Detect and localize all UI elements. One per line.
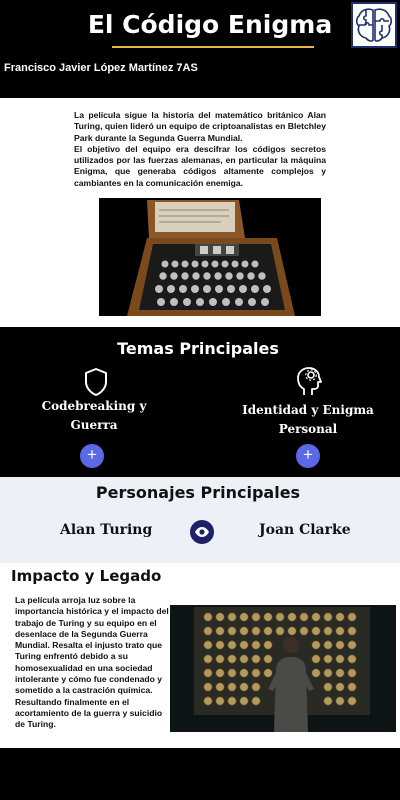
- page: El Código Enigma Francisco Javier López …: [0, 0, 400, 800]
- intro-paragraph: El objetivo del equipo era descifrar los…: [74, 143, 326, 188]
- impact-title: Impacto y Legado: [11, 567, 162, 585]
- theme-label: Codebreaking y Guerra: [41, 399, 147, 432]
- themes-section: Temas Principales Codebreaking y Guerra …: [0, 327, 400, 477]
- header: El Código Enigma Francisco Javier López …: [0, 0, 400, 98]
- expand-plus-button[interactable]: +: [296, 444, 320, 468]
- impact-section: Impacto y Legado La película arroja luz …: [0, 563, 400, 748]
- author-name: Francisco Javier López Martínez 7AS: [4, 62, 198, 74]
- page-title: El Código Enigma: [87, 10, 333, 39]
- character-alan-turing: Alan Turing: [60, 522, 153, 538]
- head-gear-icon: [295, 365, 323, 402]
- characters-title: Personajes Principales: [95, 483, 301, 502]
- title-underline: [112, 46, 314, 48]
- puzzle-brain-logo-icon: [351, 2, 397, 48]
- intro-section: La película sigue la historia del matemá…: [0, 98, 400, 327]
- eye-button[interactable]: [190, 520, 214, 544]
- expand-plus-button[interactable]: +: [80, 444, 104, 468]
- characters-section: Personajes Principales Alan Turing Joan …: [0, 477, 400, 563]
- enigma-machine-image: [99, 198, 321, 316]
- themes-title: Temas Principales: [117, 339, 279, 358]
- footer: [0, 748, 400, 800]
- character-joan-clarke: Joan Clarke: [259, 522, 351, 538]
- impact-text: La película arroja luz sobre la importan…: [15, 595, 170, 731]
- impact-paragraph: La película arroja luz sobre la importan…: [15, 595, 169, 696]
- theme-item-codebreaking: Codebreaking y Guerra: [24, 397, 164, 435]
- turing-machine-image: [170, 605, 396, 732]
- theme-label: Identidad y Enigma Personal: [242, 403, 374, 436]
- theme-item-identity: Identidad y Enigma Personal: [238, 401, 378, 439]
- intro-text: La película sigue la historia del matemá…: [74, 110, 326, 189]
- impact-paragraph: Resultando finalmente en el acortamiento…: [15, 696, 163, 730]
- intro-paragraph: La película sigue la historia del matemá…: [74, 110, 326, 143]
- eye-icon: [195, 527, 209, 537]
